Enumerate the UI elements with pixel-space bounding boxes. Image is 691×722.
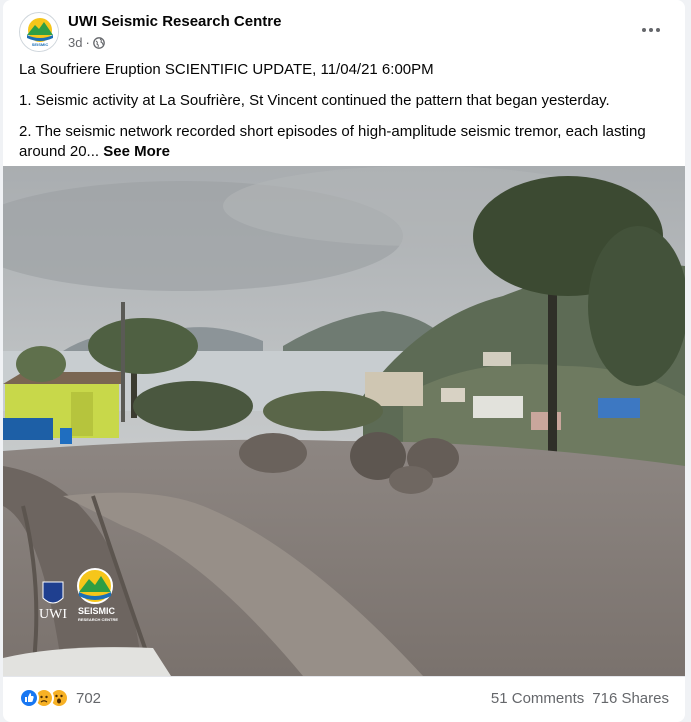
seismic-logo-icon[interactable]: SEISMIC (19, 12, 59, 52)
svg-text:SEISMIC: SEISMIC (32, 42, 49, 47)
see-more-link[interactable]: See More (103, 143, 170, 160)
page-name-link[interactable]: UWI Seismic Research Centre (68, 13, 281, 30)
post-body: La Soufriere Eruption SCIENTIFIC UPDATE,… (19, 60, 669, 173)
post-footer: 702 51 Comments 716 Shares (3, 676, 685, 722)
post-line-2: 2. The seismic network recorded short ep… (19, 122, 669, 162)
comments-count[interactable]: 51 Comments (491, 690, 584, 707)
reaction-summary[interactable]: 702 (19, 688, 101, 708)
post-meta: 3d · (68, 35, 105, 50)
reaction-count[interactable]: 702 (76, 690, 101, 707)
post-line-title: La Soufriere Eruption SCIENTIFIC UPDATE,… (19, 61, 434, 78)
globe-icon (92, 36, 105, 49)
post-photo[interactable]: UWI SEISMIC RESEARCH CENTRE (3, 166, 685, 676)
post-header: SEISMIC UWI Seismic Research Centre 3d · (3, 0, 685, 58)
post-card: SEISMIC UWI Seismic Research Centre 3d ·… (3, 0, 685, 722)
watermark-uwi: UWI (39, 607, 67, 622)
meta-separator: · (85, 35, 90, 50)
more-options-icon[interactable] (633, 16, 669, 44)
watermark-centre: RESEARCH CENTRE (78, 617, 119, 622)
post-line-1: 1. Seismic activity at La Soufrière, St … (19, 92, 610, 109)
engagement-stats: 51 Comments 716 Shares (491, 690, 669, 707)
like-icon (19, 688, 39, 708)
shares-count[interactable]: 716 Shares (592, 690, 669, 707)
post-timestamp[interactable]: 3d (68, 35, 82, 50)
watermark-seismic: SEISMIC (78, 606, 116, 616)
